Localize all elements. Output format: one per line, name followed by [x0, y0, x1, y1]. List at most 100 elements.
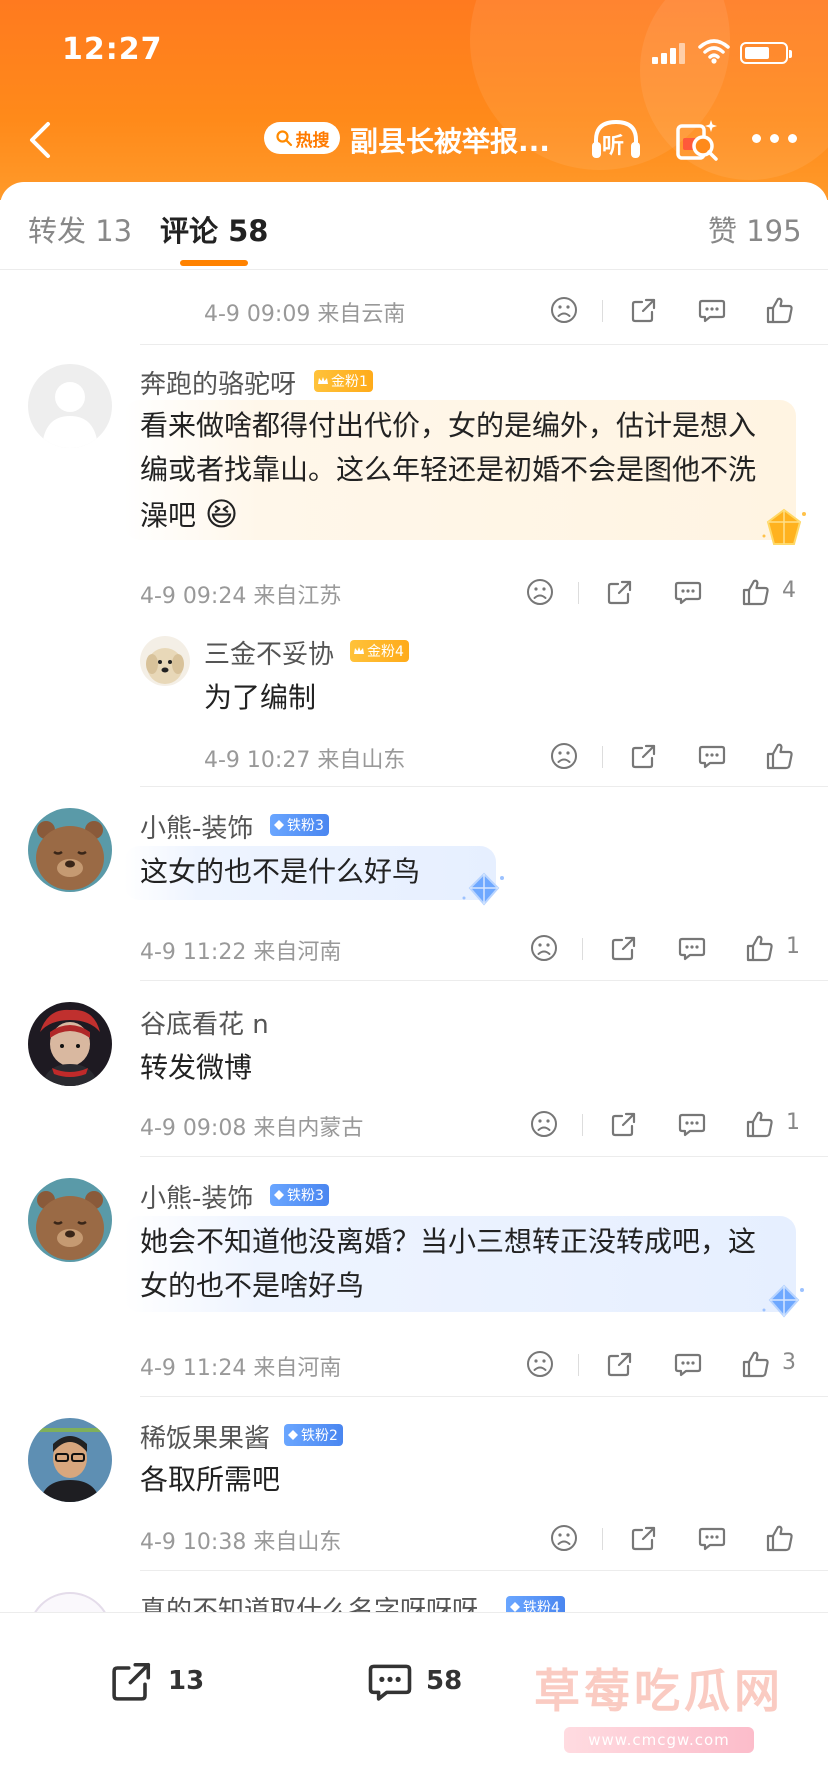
tab-comments[interactable]: 评论 58: [160, 208, 268, 250]
header: 12:27 热搜 副县长被举报... 听: [0, 0, 828, 200]
username[interactable]: 稀饭果果酱: [140, 1418, 270, 1455]
red-packet-icon[interactable]: [674, 116, 720, 164]
diamond-icon: [287, 1429, 299, 1441]
avatar[interactable]: [28, 1592, 112, 1612]
comment-meta: 4-9 10:38 来自山东: [140, 1530, 342, 1555]
comment-actions: 1: [524, 932, 824, 968]
fan-badge[interactable]: 铁粉3: [270, 1184, 329, 1206]
fan-badge[interactable]: 金粉4: [350, 640, 409, 662]
listen-button[interactable]: 听: [588, 114, 644, 166]
dislike-icon[interactable]: [548, 740, 580, 772]
like-icon[interactable]: [764, 294, 796, 326]
avatar[interactable]: [140, 636, 190, 686]
bottom-bar: 13 58 草莓吃瓜网 www.cmcgw.com: [0, 1612, 828, 1792]
comment-button[interactable]: 58: [364, 1653, 462, 1709]
username[interactable]: 真的不知道取什么名字呀呀呀: [140, 1590, 478, 1612]
fan-badge[interactable]: 铁粉2: [284, 1424, 343, 1446]
comment-meta: 4-9 09:09 来自云南: [204, 302, 406, 327]
reply-icon[interactable]: [672, 576, 704, 608]
dislike-icon[interactable]: [524, 576, 556, 608]
dislike-icon[interactable]: [524, 1348, 556, 1380]
back-icon[interactable]: [22, 118, 62, 162]
avatar[interactable]: [28, 1178, 112, 1262]
fan-badge[interactable]: 铁粉4: [506, 1596, 565, 1612]
search-icon: [275, 130, 292, 147]
comment-actions: [544, 1522, 804, 1558]
reply-icon[interactable]: [696, 1522, 728, 1554]
wifi-icon: [698, 39, 730, 64]
share-icon[interactable]: [604, 576, 636, 608]
nav-bar: 热搜 副县长被举报... 听: [0, 112, 828, 168]
more-icon[interactable]: [752, 134, 798, 144]
like-icon[interactable]: [744, 1108, 776, 1140]
reply-icon[interactable]: [672, 1348, 704, 1380]
like-icon[interactable]: [740, 576, 772, 608]
comment-text: 她会不知道他没离婚？当小三想转正没转成吧，这女的也不是啥好鸟: [140, 1225, 757, 1302]
like-icon[interactable]: [764, 740, 796, 772]
comment-actions: 1: [524, 1108, 824, 1144]
comment-meta: 4-9 09:24 来自江苏: [140, 584, 342, 609]
blue-gem-icon: [462, 872, 504, 906]
watermark-url: www.cmcgw.com: [564, 1727, 754, 1753]
like-count: 3: [782, 1350, 796, 1375]
comment-actions: [544, 294, 804, 330]
share-icon[interactable]: [628, 294, 660, 326]
comment-meta: 4-9 11:22 来自河南: [140, 940, 342, 965]
comment-text: 各取所需吧: [140, 1463, 281, 1496]
reply-icon[interactable]: [676, 1108, 708, 1140]
fan-badge[interactable]: 铁粉3: [270, 814, 329, 836]
dislike-icon[interactable]: [528, 932, 560, 964]
share-icon[interactable]: [604, 1348, 636, 1380]
reply-icon[interactable]: [676, 932, 708, 964]
laugh-emoji: 😆: [204, 495, 239, 533]
username[interactable]: 小熊-装饰: [140, 808, 253, 845]
username[interactable]: 奔跑的骆驼呀: [140, 364, 296, 401]
comment-meta: 4-9 09:08 来自内蒙古: [140, 1116, 364, 1141]
signal-icon: [652, 42, 686, 64]
nav-title[interactable]: 副县长被举报...: [350, 120, 550, 160]
avatar[interactable]: [28, 1418, 112, 1502]
diamond-icon: [273, 819, 285, 831]
like-count: 4: [782, 578, 796, 603]
crown-icon: [317, 375, 329, 387]
repost-count: 13: [168, 1666, 205, 1696]
dislike-icon[interactable]: [528, 1108, 560, 1140]
comment-text: 转发微博: [140, 1051, 253, 1084]
comment-sheet: 转发 13 评论 58 赞 195 4-9 09:09 来自云南 奔跑的骆驼呀 …: [0, 182, 828, 1612]
share-icon: [112, 1662, 151, 1701]
username[interactable]: 小熊-装饰: [140, 1178, 253, 1215]
avatar[interactable]: [28, 364, 112, 448]
username-row: 真的不知道取什么名字呀呀呀 铁粉4: [140, 1590, 620, 1612]
like-icon[interactable]: [740, 1348, 772, 1380]
repost-button[interactable]: 13: [106, 1653, 204, 1709]
status-time: 12:27: [62, 32, 163, 67]
share-icon[interactable]: [608, 1108, 640, 1140]
active-tab-indicator: [180, 260, 248, 266]
like-count: 1: [786, 934, 800, 959]
like-count: 1: [786, 1110, 800, 1135]
dislike-icon[interactable]: [548, 294, 580, 326]
like-icon[interactable]: [764, 1522, 796, 1554]
username[interactable]: 谷底看花 n: [140, 1004, 269, 1041]
dislike-icon[interactable]: [548, 1522, 580, 1554]
username[interactable]: 三金不妥协: [204, 634, 334, 671]
tab-likes[interactable]: 赞 195: [708, 208, 802, 250]
reply-icon[interactable]: [696, 740, 728, 772]
share-icon[interactable]: [628, 1522, 660, 1554]
crown-icon: [353, 645, 365, 657]
reply-icon[interactable]: [696, 294, 728, 326]
share-icon[interactable]: [608, 932, 640, 964]
comment-text: 看来做啥都得付出代价，女的是编外，估计是想入编或者找靠山。这么年轻还是初婚不会是…: [140, 409, 757, 533]
avatar[interactable]: [28, 808, 112, 892]
comment-meta: 4-9 10:27 来自山东: [204, 748, 406, 773]
comment-text: 这女的也不是什么好鸟: [140, 855, 421, 888]
hot-search-badge[interactable]: 热搜: [264, 122, 340, 154]
fan-badge[interactable]: 金粉1: [314, 370, 373, 392]
status-bar: 12:27: [0, 28, 828, 68]
hot-search-label: 热搜: [295, 130, 330, 151]
avatar[interactable]: [28, 1002, 112, 1086]
tab-repost[interactable]: 转发 13: [28, 208, 132, 250]
battery-icon: [740, 42, 792, 64]
share-icon[interactable]: [628, 740, 660, 772]
like-icon[interactable]: [744, 932, 776, 964]
